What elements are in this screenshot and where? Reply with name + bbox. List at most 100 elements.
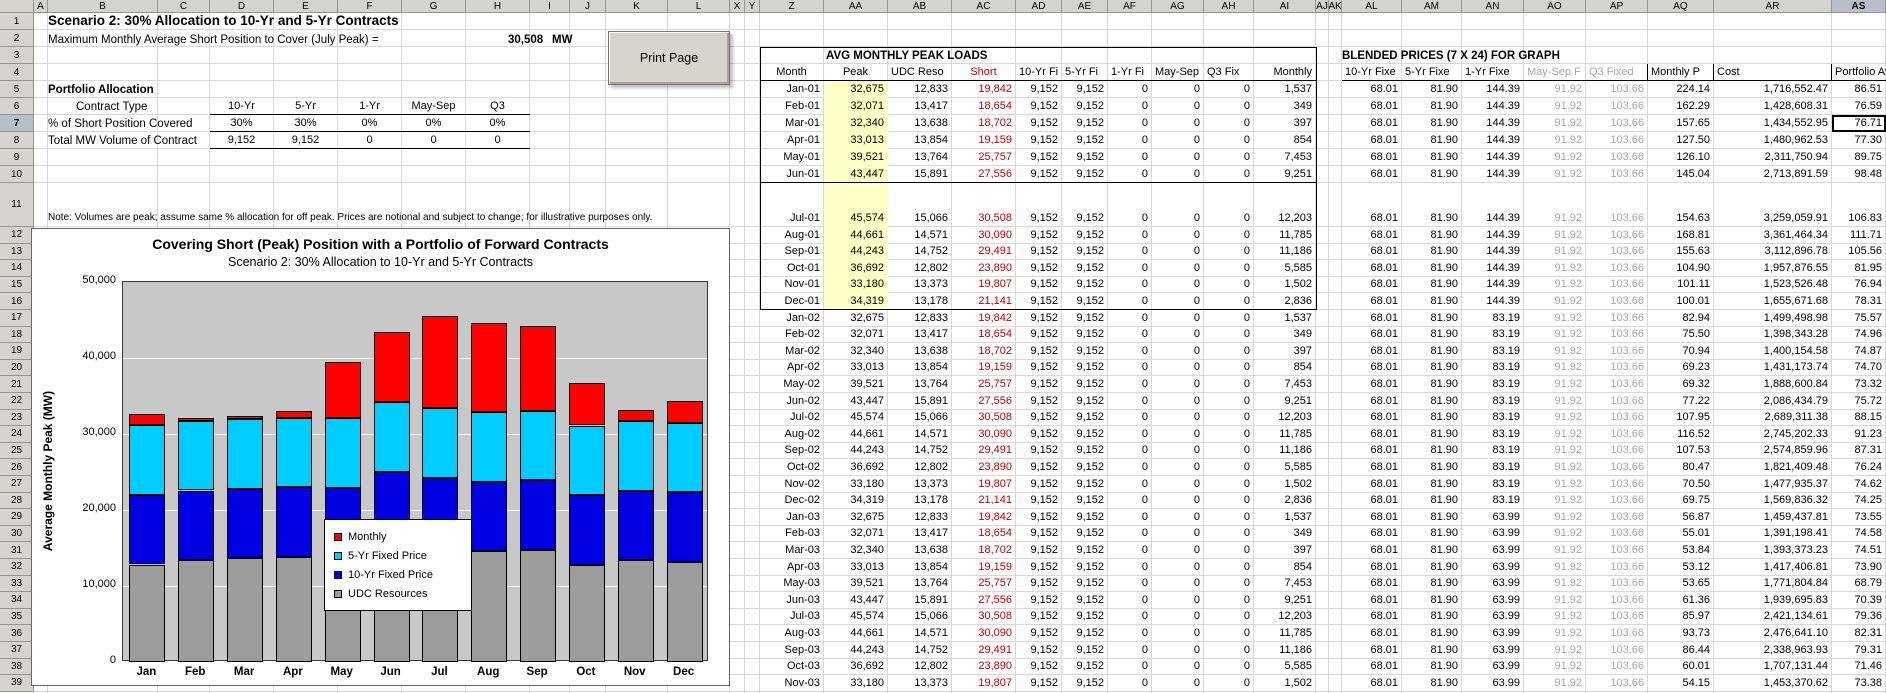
- row-header-8[interactable]: 8: [0, 132, 34, 149]
- row-header-14[interactable]: 14: [0, 260, 34, 277]
- column-header-AA[interactable]: AA: [824, 0, 888, 13]
- column-header-J[interactable]: J: [570, 0, 606, 13]
- bar-segment: [569, 426, 605, 496]
- column-header-Y[interactable]: Y: [745, 0, 760, 13]
- column-header-E[interactable]: E: [274, 0, 338, 13]
- row-header-30[interactable]: 30: [0, 526, 34, 543]
- row-header-31[interactable]: 31: [0, 542, 34, 559]
- column-header-K[interactable]: K: [606, 0, 668, 13]
- row-header-10[interactable]: 10: [0, 166, 34, 183]
- row-header-21[interactable]: 21: [0, 376, 34, 393]
- row-header-39[interactable]: 39: [0, 675, 34, 692]
- row-header-2[interactable]: 2: [0, 30, 34, 47]
- bar-segment: [618, 491, 654, 561]
- column-header-AB[interactable]: AB: [888, 0, 952, 13]
- row-header-1[interactable]: 1: [0, 13, 34, 30]
- column-header-Z[interactable]: Z: [760, 0, 824, 13]
- column-header-AP[interactable]: AP: [1586, 0, 1648, 13]
- selected-cell[interactable]: [1832, 115, 1886, 132]
- column-header-AD[interactable]: AD: [1016, 0, 1062, 13]
- row-header-17[interactable]: 17: [0, 310, 34, 327]
- row-header-11[interactable]: 11: [0, 183, 34, 227]
- column-header-AQ[interactable]: AQ: [1648, 0, 1714, 13]
- row-header-22[interactable]: 22: [0, 393, 34, 410]
- column-header-AF[interactable]: AF: [1108, 0, 1152, 13]
- legend-swatch: [334, 552, 342, 560]
- legend-label: Monthly: [348, 531, 387, 543]
- row-header-35[interactable]: 35: [0, 609, 34, 626]
- bar-segment: [227, 416, 263, 419]
- column-header-AR[interactable]: AR: [1714, 0, 1832, 13]
- legend-label: 5-Yr Fixed Price: [348, 550, 427, 562]
- row-header-33[interactable]: 33: [0, 576, 34, 593]
- row-header-37[interactable]: 37: [0, 642, 34, 659]
- row-header-29[interactable]: 29: [0, 509, 34, 526]
- column-header-AS[interactable]: AS: [1832, 0, 1886, 13]
- row-header-28[interactable]: 28: [0, 493, 34, 510]
- bar-segment: [178, 560, 214, 662]
- row-header-24[interactable]: 24: [0, 426, 34, 443]
- chart[interactable]: Covering Short (Peak) Position with a Po…: [31, 228, 730, 686]
- column-header-AC[interactable]: AC: [952, 0, 1016, 13]
- row-header-16[interactable]: 16: [0, 293, 34, 310]
- row-header-12[interactable]: 12: [0, 227, 34, 244]
- row-header-25[interactable]: 25: [0, 443, 34, 460]
- column-header-L[interactable]: L: [668, 0, 730, 13]
- row-header-6[interactable]: 6: [0, 98, 34, 115]
- column-header-C[interactable]: C: [158, 0, 210, 13]
- row-header-9[interactable]: 9: [0, 149, 34, 166]
- print-page-label: Print Page: [640, 51, 698, 65]
- bar-segment: [129, 565, 165, 663]
- column-header-AK[interactable]: AK: [1329, 0, 1342, 13]
- bar-segment: [276, 411, 312, 418]
- peak-table-border: [760, 47, 1317, 310]
- row-header-4[interactable]: 4: [0, 64, 34, 81]
- bar-segment: [520, 550, 556, 662]
- x-tick-label: May: [317, 666, 366, 678]
- print-page-button[interactable]: Print Page: [608, 31, 730, 85]
- column-header-I[interactable]: I: [530, 0, 570, 13]
- legend-label: UDC Resources: [348, 588, 427, 600]
- row-header-23[interactable]: 23: [0, 410, 34, 427]
- column-header-AN[interactable]: AN: [1462, 0, 1524, 13]
- bar-segment: [471, 323, 507, 413]
- row-header-27[interactable]: 27: [0, 476, 34, 493]
- bar-segment: [227, 558, 263, 662]
- column-header-AO[interactable]: AO: [1524, 0, 1586, 13]
- x-tick-label: Jan: [122, 666, 171, 678]
- row-header-38[interactable]: 38: [0, 659, 34, 676]
- bar-segment: [276, 557, 312, 662]
- column-header-AM[interactable]: AM: [1402, 0, 1462, 13]
- column-header-AH[interactable]: AH: [1204, 0, 1254, 13]
- row-header-3[interactable]: 3: [0, 47, 34, 64]
- column-header-G[interactable]: G: [402, 0, 466, 13]
- row-header-5[interactable]: 5: [0, 81, 34, 98]
- row-header-36[interactable]: 36: [0, 625, 34, 642]
- row-header-18[interactable]: 18: [0, 327, 34, 344]
- column-header-B[interactable]: B: [48, 0, 158, 13]
- column-header-AG[interactable]: AG: [1152, 0, 1204, 13]
- row-header-7[interactable]: 7: [0, 115, 34, 132]
- column-header-H[interactable]: H: [466, 0, 530, 13]
- row-header-13[interactable]: 13: [0, 244, 34, 261]
- x-tick-label: Apr: [269, 666, 318, 678]
- row-header-19[interactable]: 19: [0, 343, 34, 360]
- column-header-AE[interactable]: AE: [1062, 0, 1108, 13]
- column-header-F[interactable]: F: [338, 0, 402, 13]
- column-header-AJ[interactable]: AJ: [1316, 0, 1329, 13]
- bar-segment: [618, 560, 654, 662]
- column-header-AL[interactable]: AL: [1342, 0, 1402, 13]
- row-header-34[interactable]: 34: [0, 592, 34, 609]
- bar-segment: [129, 495, 165, 565]
- bar-segment: [667, 492, 703, 562]
- column-header-A[interactable]: A: [34, 0, 48, 13]
- column-header-D[interactable]: D: [210, 0, 274, 13]
- row-header-15[interactable]: 15: [0, 277, 34, 294]
- select-all-corner[interactable]: [0, 0, 34, 13]
- row-header-32[interactable]: 32: [0, 559, 34, 576]
- y-tick-label: 40,000: [64, 350, 116, 362]
- column-header-AI[interactable]: AI: [1254, 0, 1316, 13]
- row-header-26[interactable]: 26: [0, 459, 34, 476]
- row-header-20[interactable]: 20: [0, 360, 34, 377]
- column-header-X[interactable]: X: [730, 0, 745, 13]
